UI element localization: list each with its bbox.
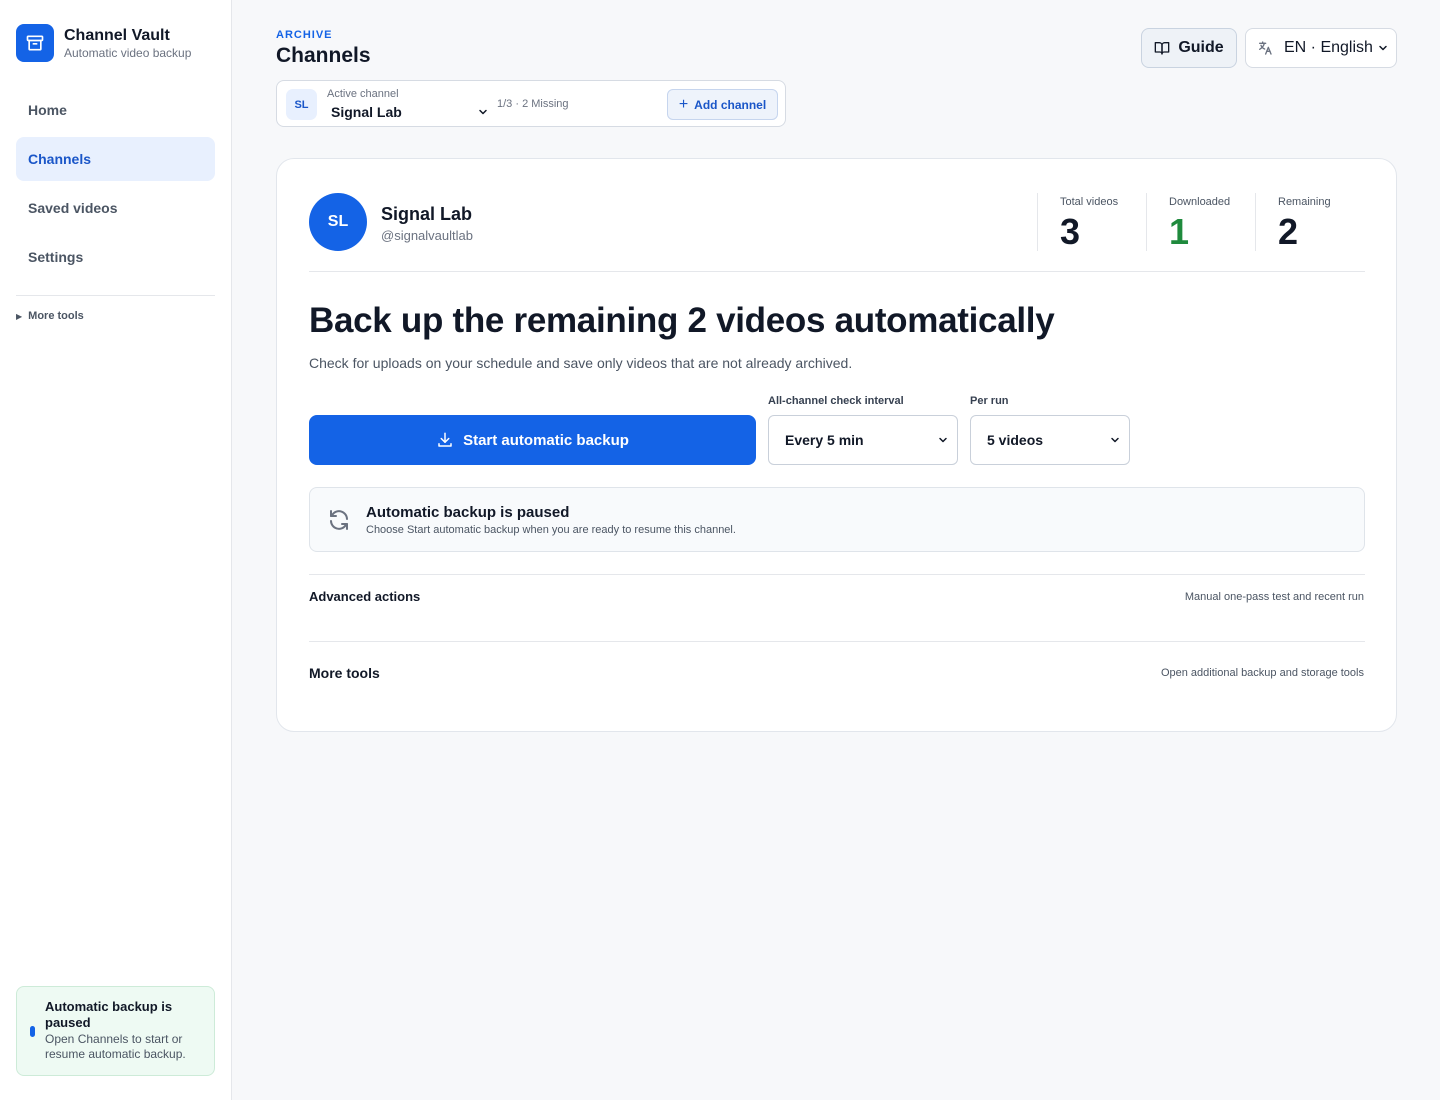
sidebar-status-card: Automatic backup is paused Open Channels… [16,986,215,1076]
backup-paused-notice: Automatic backup is paused Choose Start … [309,487,1365,552]
advanced-actions-hint: Manual one-pass test and recent run [1184,591,1364,603]
sidebar-item-home[interactable]: Home [16,88,215,132]
advanced-actions-toggle[interactable]: Advanced actions [309,589,420,604]
sidebar-item-saved-videos[interactable]: Saved videos [16,186,215,230]
avatar: SL [309,193,367,251]
brand[interactable]: Channel Vault Automatic video backup [16,24,191,62]
language-select[interactable]: EN · English [1245,28,1397,68]
sidebar-divider [16,295,215,296]
plus-icon: + [678,95,689,113]
download-icon [438,432,452,447]
app-name: Channel Vault [64,26,170,44]
channel-card: SL Signal Lab @signalvaultlab Total vide… [276,158,1397,732]
guide-label: Guide [1178,39,1224,56]
start-backup-label: Start automatic backup [463,431,629,449]
book-icon [1154,42,1170,55]
active-channel-value: Signal Lab [331,104,402,120]
channel-switcher: SL Active channel Signal Lab 1/3 · 2 Mis… [276,80,786,127]
divider [309,271,1365,272]
archive-box-icon [16,24,54,62]
paused-title: Automatic backup is paused [366,504,570,521]
stat-label: Downloaded [1169,196,1231,208]
more-tools-hint: Open additional backup and storage tools [1160,667,1364,679]
app-tagline: Automatic video backup [64,45,192,60]
stat-total-videos: Total videos 3 [1037,193,1119,252]
add-channel-label: Add channel [694,97,767,112]
sidebar-more-tools-toggle[interactable]: ▶ More tools [16,310,84,322]
page-eyebrow: ARCHIVE [276,29,333,41]
active-channel-label: Active channel [327,88,399,100]
channel-avatar-small: SL [286,89,317,120]
sidebar-status-title: Automatic backup is paused [45,999,173,1030]
backup-description: Check for uploads on your schedule and s… [309,355,853,371]
status-indicator [30,1026,35,1037]
stat-value: 3 [1060,211,1081,252]
refresh-icon [330,510,348,530]
stat-downloaded: Downloaded 1 [1146,193,1231,252]
backup-headline: Back up the remaining 2 videos automatic… [309,301,1055,340]
triangle-right-icon: ▶ [16,311,23,321]
page-title: Channels [276,44,371,67]
start-automatic-backup-button[interactable]: Start automatic backup [309,415,756,465]
interval-value: Every 5 min [785,432,864,448]
guide-button[interactable]: Guide [1141,28,1237,68]
divider [309,641,1365,642]
divider [309,574,1365,575]
sidebar-more-tools-label: More tools [28,310,84,322]
interval-label: All-channel check interval [768,395,904,407]
stat-value: 1 [1169,211,1190,252]
stat-label: Remaining [1278,196,1331,208]
chevron-down-icon [1379,45,1387,51]
more-tools-toggle[interactable]: More tools [309,665,380,681]
channel-count-summary: 1/3 · 2 Missing [497,98,569,110]
active-channel-select[interactable]: Signal Lab [327,102,489,122]
channel-name: Signal Lab [381,204,473,224]
chevron-down-icon [1111,437,1119,443]
translate-icon [1259,41,1272,55]
per-run-label: Per run [970,395,1009,407]
sidebar-item-channels[interactable]: Channels [16,137,215,181]
chevron-down-icon [479,109,487,115]
per-run-value: 5 videos [987,432,1044,448]
stat-value: 2 [1278,211,1299,252]
per-run-select[interactable]: 5 videos [970,415,1130,465]
add-channel-button[interactable]: + Add channel [667,89,778,120]
stat-remaining: Remaining 2 [1255,193,1331,252]
language-label: EN · English [1284,39,1373,56]
sidebar-item-settings[interactable]: Settings [16,235,215,279]
channel-handle: @signalvaultlab [381,228,473,243]
stat-label: Total videos [1060,196,1119,208]
sidebar: Channel Vault Automatic video backup Hom… [0,0,232,1100]
chevron-down-icon [939,437,947,443]
paused-text: Choose Start automatic backup when you a… [366,524,736,536]
interval-select[interactable]: Every 5 min [768,415,958,465]
sidebar-status-text: Open Channels to start or resume automat… [45,1032,186,1061]
sidebar-nav: Home Channels Saved videos Settings [16,88,215,284]
